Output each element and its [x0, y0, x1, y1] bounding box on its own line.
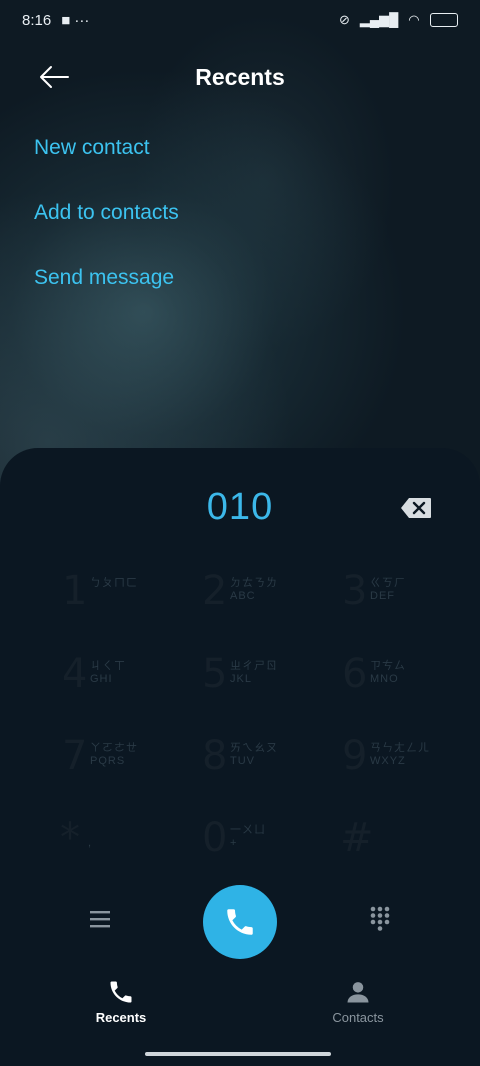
signal-icon: ▂▄▆█ — [359, 12, 399, 27]
key-bopomofo: ㄍㄎㄏ — [370, 577, 406, 589]
key-0[interactable]: 0 一ㄨㄩ + — [202, 815, 352, 885]
key-2[interactable]: 2 ㄉㄊㄋㄌ ABC — [202, 568, 352, 638]
key-bopomofo: ㄚㄛㄜㄝ — [90, 742, 138, 754]
key-4[interactable]: 4 ㄐㄑㄒ GHI — [62, 651, 212, 721]
key-bopomofo: ㄐㄑㄒ — [90, 660, 126, 672]
key-3[interactable]: 3 ㄍㄎㄏ DEF — [342, 568, 480, 638]
key-bopomofo: ㄓㄔㄕㄖ — [230, 660, 278, 672]
key-letters: + — [230, 837, 238, 849]
tab-recents-label: Recents — [95, 1010, 147, 1025]
dnd-icon: ⊘ — [338, 12, 350, 27]
back-button[interactable] — [36, 62, 72, 92]
status-time: 8:16 — [22, 11, 52, 29]
menu-icon — [90, 911, 110, 928]
key-letters: MNO — [370, 673, 399, 685]
key-star[interactable]: * , — [60, 815, 210, 885]
key-digit: 4 — [62, 651, 88, 697]
tab-recents[interactable]: Recents — [61, 978, 181, 1025]
notification-icon: ■ ··· — [61, 11, 90, 29]
dialpad-toggle-button[interactable] — [366, 904, 394, 932]
key-1[interactable]: 1 ㄅㄆㄇㄈ — [62, 568, 212, 638]
key-letters: WXYZ — [370, 755, 406, 767]
send-message-link[interactable]: Send message — [34, 266, 174, 290]
key-digit: # — [340, 815, 374, 861]
key-bopomofo: ㄗㄘㄙ — [370, 660, 406, 672]
key-bopomofo: ㄢㄣㄤㄥㄦ — [370, 742, 430, 754]
key-digit: 9 — [342, 733, 368, 779]
call-button[interactable] — [203, 885, 277, 959]
tab-contacts-label: Contacts — [332, 1010, 384, 1025]
key-bopomofo: ㄅㄆㄇㄈ — [90, 577, 138, 589]
dialpad-icon — [370, 906, 390, 931]
header: Recents — [0, 52, 480, 102]
key-digit: 6 — [342, 651, 368, 697]
key-bopomofo: 一ㄨㄩ — [230, 824, 266, 836]
key-hash[interactable]: # — [340, 815, 480, 885]
key-digit: 1 — [62, 568, 88, 614]
key-bopomofo: ㄞㄟㄠㄡ — [230, 742, 278, 754]
key-digit: 3 — [342, 568, 368, 614]
key-7[interactable]: 7 ㄚㄛㄜㄝ PQRS — [62, 733, 212, 803]
key-digit: * — [60, 815, 80, 861]
wifi-icon: ◠ — [408, 12, 420, 27]
battery-icon — [429, 13, 458, 27]
home-indicator[interactable] — [145, 1052, 331, 1056]
key-digit: 2 — [202, 568, 228, 614]
key-6[interactable]: 6 ㄗㄘㄙ MNO — [342, 651, 480, 721]
key-8[interactable]: 8 ㄞㄟㄠㄡ TUV — [202, 733, 352, 803]
key-letters: TUV — [230, 755, 255, 767]
key-letters: , — [88, 837, 93, 849]
backspace-icon — [401, 498, 431, 518]
person-icon — [347, 982, 369, 1003]
key-digit: 8 — [202, 733, 228, 779]
tab-contacts[interactable]: Contacts — [298, 978, 418, 1025]
key-digit: 5 — [202, 651, 228, 697]
key-letters: ABC — [230, 590, 256, 602]
key-9[interactable]: 9 ㄢㄣㄤㄥㄦ WXYZ — [342, 733, 480, 803]
arrow-left-icon — [40, 66, 69, 88]
page-title: Recents — [195, 63, 285, 90]
key-letters: GHI — [90, 673, 113, 685]
new-contact-link[interactable]: New contact — [34, 136, 150, 160]
key-letters: JKL — [230, 673, 252, 685]
key-bopomofo: ㄉㄊㄋㄌ — [230, 577, 278, 589]
status-bar: 8:16 ■ ··· ⊘ ▂▄▆█ ◠ — [0, 0, 480, 40]
add-to-contacts-link[interactable]: Add to contacts — [34, 201, 179, 225]
menu-button[interactable] — [86, 906, 114, 932]
phone-icon — [227, 909, 253, 935]
phone-icon — [110, 981, 132, 1003]
key-digit: 7 — [62, 733, 88, 779]
backspace-button[interactable] — [400, 497, 432, 519]
key-letters: PQRS — [90, 755, 126, 767]
key-5[interactable]: 5 ㄓㄔㄕㄖ JKL — [202, 651, 352, 721]
key-digit: 0 — [202, 815, 228, 861]
key-letters: DEF — [370, 590, 395, 602]
